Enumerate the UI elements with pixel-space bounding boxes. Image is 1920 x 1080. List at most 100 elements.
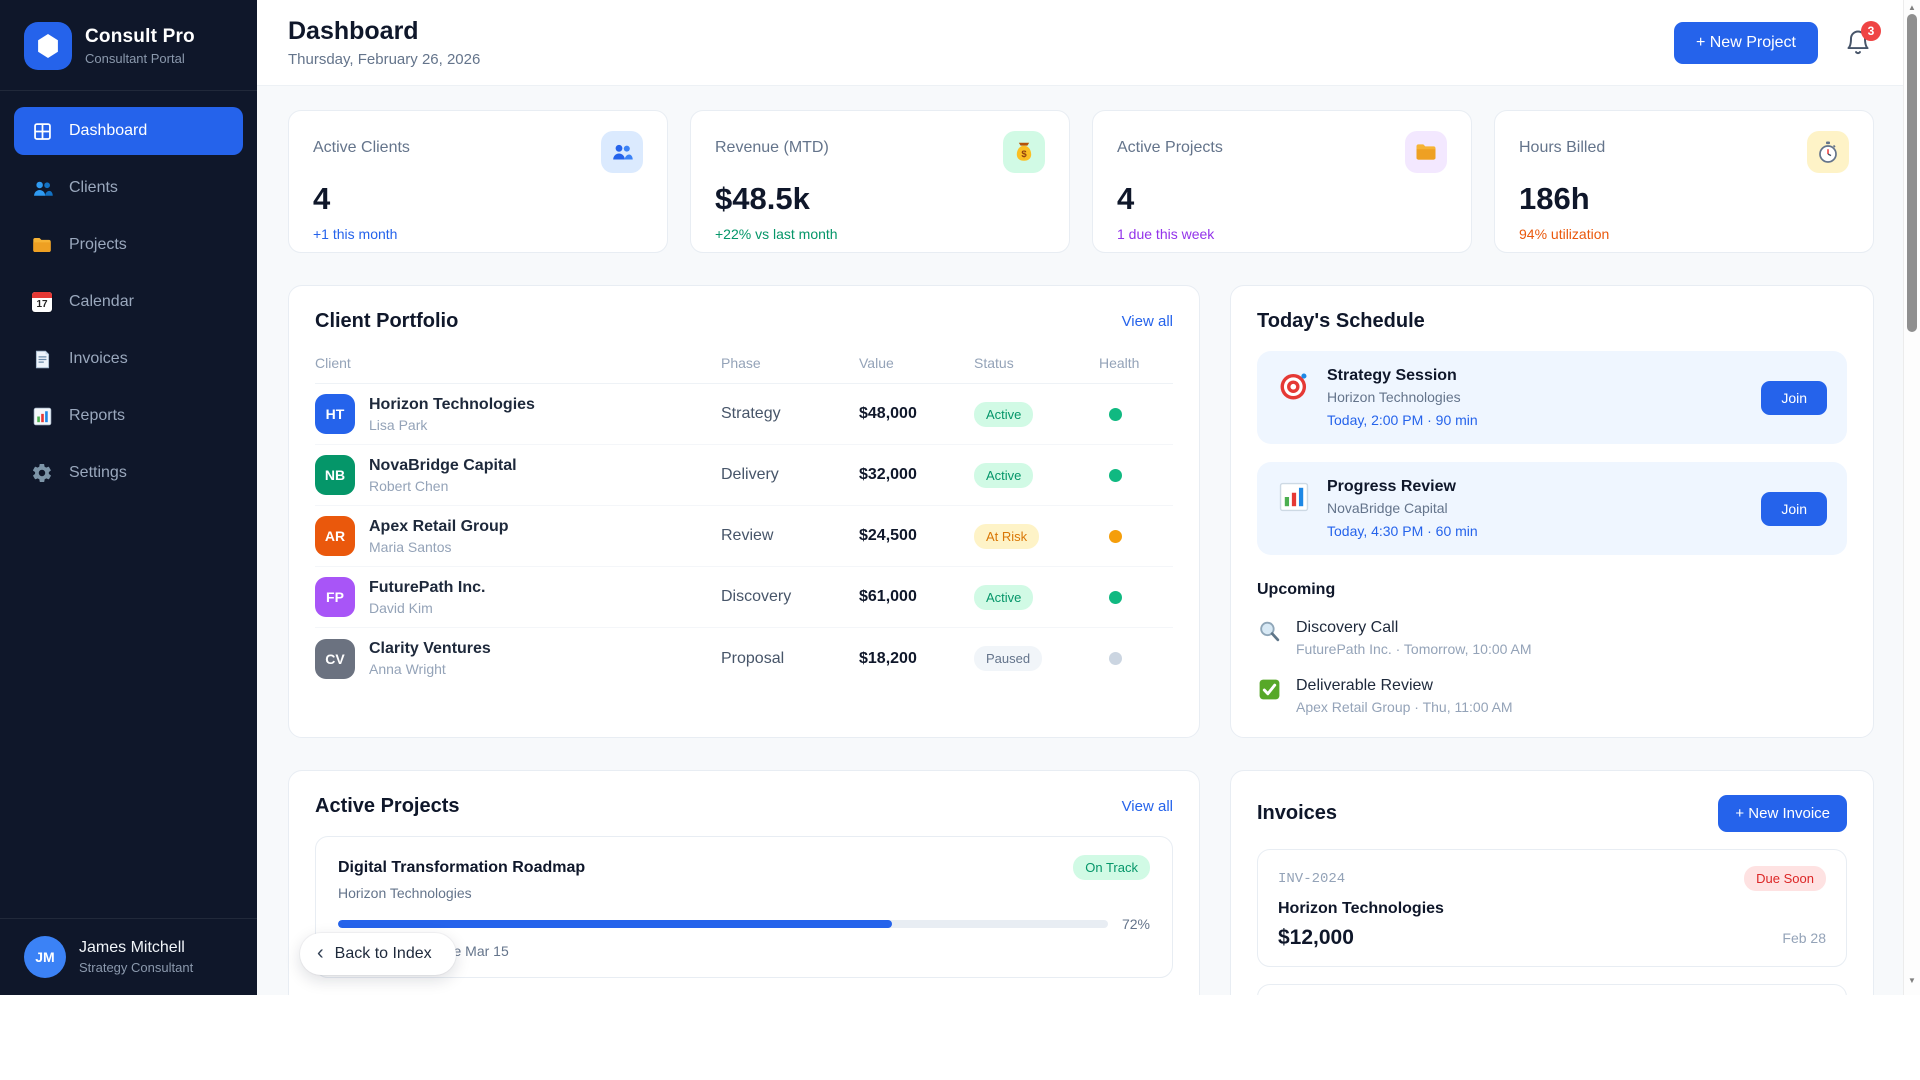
page-title: Dashboard — [288, 17, 419, 45]
brand: Consult Pro Consultant Portal — [0, 0, 257, 90]
status-badge: Active — [974, 401, 1034, 427]
table-row[interactable]: AR Apex Retail Group Maria Santos Review… — [315, 506, 1173, 567]
svg-text:$: $ — [1021, 149, 1027, 160]
schedule-panel: Today's Schedule Strategy Session Horizo… — [1230, 285, 1874, 738]
sidebar-item-label: Reports — [69, 407, 126, 424]
value: $24,500 — [859, 527, 917, 544]
table-header: Client Phase Value Status Health — [315, 355, 1173, 384]
upcoming-title: Upcoming — [1257, 581, 1336, 598]
sidebar-item-calendar[interactable]: 17 Calendar — [14, 278, 243, 326]
health-dot — [1109, 468, 1122, 482]
status-badge: Active — [974, 584, 1034, 610]
sidebar-item-dashboard[interactable]: Dashboard — [14, 107, 243, 155]
progress-bar — [338, 920, 1108, 928]
upcoming-item: Discovery Call FuturePath Inc. · Tomorro… — [1257, 619, 1847, 657]
col-status: Status — [974, 355, 1014, 371]
stat-card-revenue: Revenue (MTD) $ $48.5k +22% vs last mont… — [690, 110, 1070, 253]
meeting-company: NovaBridge Capital — [1327, 500, 1448, 516]
page-date: Thursday, February 26, 2026 — [288, 51, 481, 68]
status-badge: Active — [974, 462, 1034, 488]
stat-label: Active Clients — [313, 139, 410, 156]
sidebar-item-clients[interactable]: Clients — [14, 164, 243, 212]
col-health: Health — [1099, 355, 1140, 371]
scrollbar-thumb[interactable] — [1907, 14, 1917, 332]
stat-value: 4 — [1117, 181, 1135, 216]
sidebar-item-invoices[interactable]: Invoices — [14, 335, 243, 383]
scrollbar[interactable]: ▲ ▼ — [1903, 0, 1920, 995]
sidebar-item-reports[interactable]: Reports — [14, 392, 243, 440]
user-name: James Mitchell — [79, 939, 185, 956]
invoice-card[interactable]: INV-2024 Due Soon Horizon Technologies $… — [1257, 849, 1847, 967]
stat-label: Active Projects — [1117, 139, 1223, 156]
client-name: Horizon Technologies — [369, 395, 535, 413]
stat-value: 4 — [313, 181, 331, 216]
calendar-icon: 17 — [30, 290, 54, 314]
sidebar-item-settings[interactable]: Settings — [14, 449, 243, 497]
projects-view-all-link[interactable]: View all — [1122, 798, 1173, 815]
health-dot — [1109, 407, 1122, 421]
col-phase: Phase — [721, 355, 761, 371]
stat-subtext: 1 due this week — [1117, 226, 1215, 242]
client-name: FuturePath Inc. — [369, 578, 486, 596]
invoice-number: INV-2024 — [1278, 870, 1346, 887]
project-client: Horizon Technologies — [338, 885, 472, 901]
new-project-button[interactable]: + New Project — [1673, 21, 1818, 64]
project-status-badge: On Track — [1073, 855, 1150, 880]
new-invoice-button[interactable]: + New Invoice — [1718, 795, 1847, 832]
value: $48,000 — [859, 405, 917, 422]
sidebar: Consult Pro Consultant Portal Dashboard … — [0, 0, 257, 995]
client-avatar: AR — [315, 516, 355, 556]
scroll-down-arrow-icon[interactable]: ▼ — [1904, 976, 1920, 985]
table-row[interactable]: FP FuturePath Inc. David Kim Discovery $… — [315, 567, 1173, 628]
health-dot — [1109, 652, 1122, 665]
join-button[interactable]: Join — [1761, 380, 1827, 415]
user-profile[interactable]: JM James Mitchell Strategy Consultant — [0, 918, 257, 995]
meeting-card: Strategy Session Horizon Technologies To… — [1257, 351, 1847, 444]
dashboard-grid-icon — [30, 119, 54, 143]
stat-subtext: +22% vs last month — [715, 226, 838, 242]
client-contact: Anna Wright — [369, 661, 446, 677]
money-bag-icon: $ — [1003, 131, 1045, 173]
folder-icon — [30, 233, 54, 257]
app-window: Consult Pro Consultant Portal Dashboard … — [0, 0, 1920, 995]
people-icon — [601, 131, 643, 173]
target-icon — [1277, 369, 1311, 403]
portfolio-view-all-link[interactable]: View all — [1122, 313, 1173, 330]
chart-icon — [1277, 480, 1311, 514]
sidebar-item-label: Projects — [69, 236, 127, 253]
stat-cards: Active Clients 4 +1 this month Revenue (… — [288, 110, 1874, 253]
phase: Delivery — [721, 466, 779, 483]
invoice-date: Feb 28 — [1782, 930, 1826, 946]
col-value: Value — [859, 355, 894, 371]
client-avatar: FP — [315, 577, 355, 617]
notifications-button[interactable]: 3 — [1844, 20, 1881, 58]
sidebar-nav: Dashboard Clients Projects 17 Calendar I… — [0, 91, 257, 918]
upcoming-item-detail: Apex Retail Group · Thu, 11:00 AM — [1296, 699, 1513, 715]
upcoming-item-title: Discovery Call — [1296, 619, 1399, 636]
stat-subtext: +1 this month — [313, 226, 398, 242]
table-row[interactable]: NB NovaBridge Capital Robert Chen Delive… — [315, 445, 1173, 506]
magnifier-icon — [1257, 619, 1282, 644]
health-dot — [1109, 590, 1122, 604]
topbar: Dashboard Thursday, February 26, 2026 + … — [257, 0, 1920, 86]
table-row[interactable]: HT Horizon Technologies Lisa Park Strate… — [315, 384, 1173, 445]
join-button[interactable]: Join — [1761, 491, 1827, 526]
brand-tagline: Consultant Portal — [85, 51, 185, 66]
health-dot — [1109, 529, 1122, 543]
table-row[interactable]: CV Clarity Ventures Anna Wright Proposal… — [315, 628, 1173, 689]
stat-label: Hours Billed — [1519, 139, 1606, 156]
phase: Review — [721, 527, 774, 544]
value: $32,000 — [859, 466, 917, 483]
stat-subtext: 94% utilization — [1519, 226, 1610, 242]
meeting-card: Progress Review NovaBridge Capital Today… — [1257, 462, 1847, 555]
back-to-index-button[interactable]: ‹ Back to Index — [300, 933, 456, 975]
invoice-card[interactable]: INV-2023 Sent — [1257, 984, 1847, 995]
project-name: Digital Transformation Roadmap — [338, 858, 586, 876]
sidebar-item-projects[interactable]: Projects — [14, 221, 243, 269]
scroll-up-arrow-icon[interactable]: ▲ — [1904, 3, 1920, 12]
value: $61,000 — [859, 588, 917, 605]
portfolio-title: Client Portfolio — [315, 310, 459, 332]
avatar: JM — [24, 936, 66, 978]
stat-card-active-projects: Active Projects 4 1 due this week — [1092, 110, 1472, 253]
phase: Strategy — [721, 405, 781, 422]
